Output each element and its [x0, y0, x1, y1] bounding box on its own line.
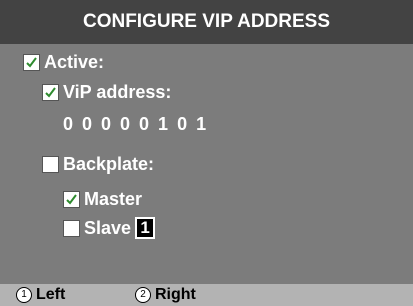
checkmark-icon — [26, 57, 37, 68]
softkey-left-label: Left — [36, 286, 66, 303]
backplate-checkbox[interactable] — [42, 156, 59, 173]
softkey-left[interactable]: 1 Left — [16, 285, 65, 305]
vip-address-label: ViP address: — [63, 82, 172, 102]
settings-panel: Active: ViP address: 0 0 0 0 0 1 0 1 Bac… — [0, 44, 413, 284]
vip-config-screen: CONFIGURE VIP ADDRESS Active: ViP addres… — [0, 0, 413, 306]
active-checkbox[interactable] — [23, 54, 40, 71]
checkmark-icon — [45, 87, 56, 98]
backplate-label: Backplate: — [63, 154, 155, 174]
vip-address-checkbox[interactable] — [42, 84, 59, 101]
slave-option[interactable]: Slave 1 — [63, 217, 156, 239]
checkmark-icon — [66, 194, 77, 205]
master-label: Master — [84, 189, 143, 209]
softkey-right-label: Right — [155, 286, 196, 303]
active-label: Active: — [44, 52, 105, 72]
active-option[interactable]: Active: — [23, 52, 104, 73]
slave-label: Slave — [84, 217, 132, 238]
backplate-option[interactable]: Backplate: — [42, 154, 154, 175]
vip-address-value[interactable]: 0 0 0 0 0 1 0 1 — [63, 114, 208, 135]
slave-number-field[interactable]: 1 — [135, 217, 156, 239]
softkey-right[interactable]: 2 Right — [135, 285, 196, 305]
master-checkbox[interactable] — [63, 191, 80, 208]
softkey-1-icon: 1 — [16, 287, 32, 303]
vip-address-option[interactable]: ViP address: — [42, 82, 171, 103]
softkey-bar: 1 Left 2 Right — [0, 284, 413, 306]
master-option[interactable]: Master — [63, 189, 142, 210]
softkey-2-icon: 2 — [135, 287, 151, 303]
slave-checkbox[interactable] — [63, 219, 80, 237]
screen-title: CONFIGURE VIP ADDRESS — [0, 0, 413, 44]
